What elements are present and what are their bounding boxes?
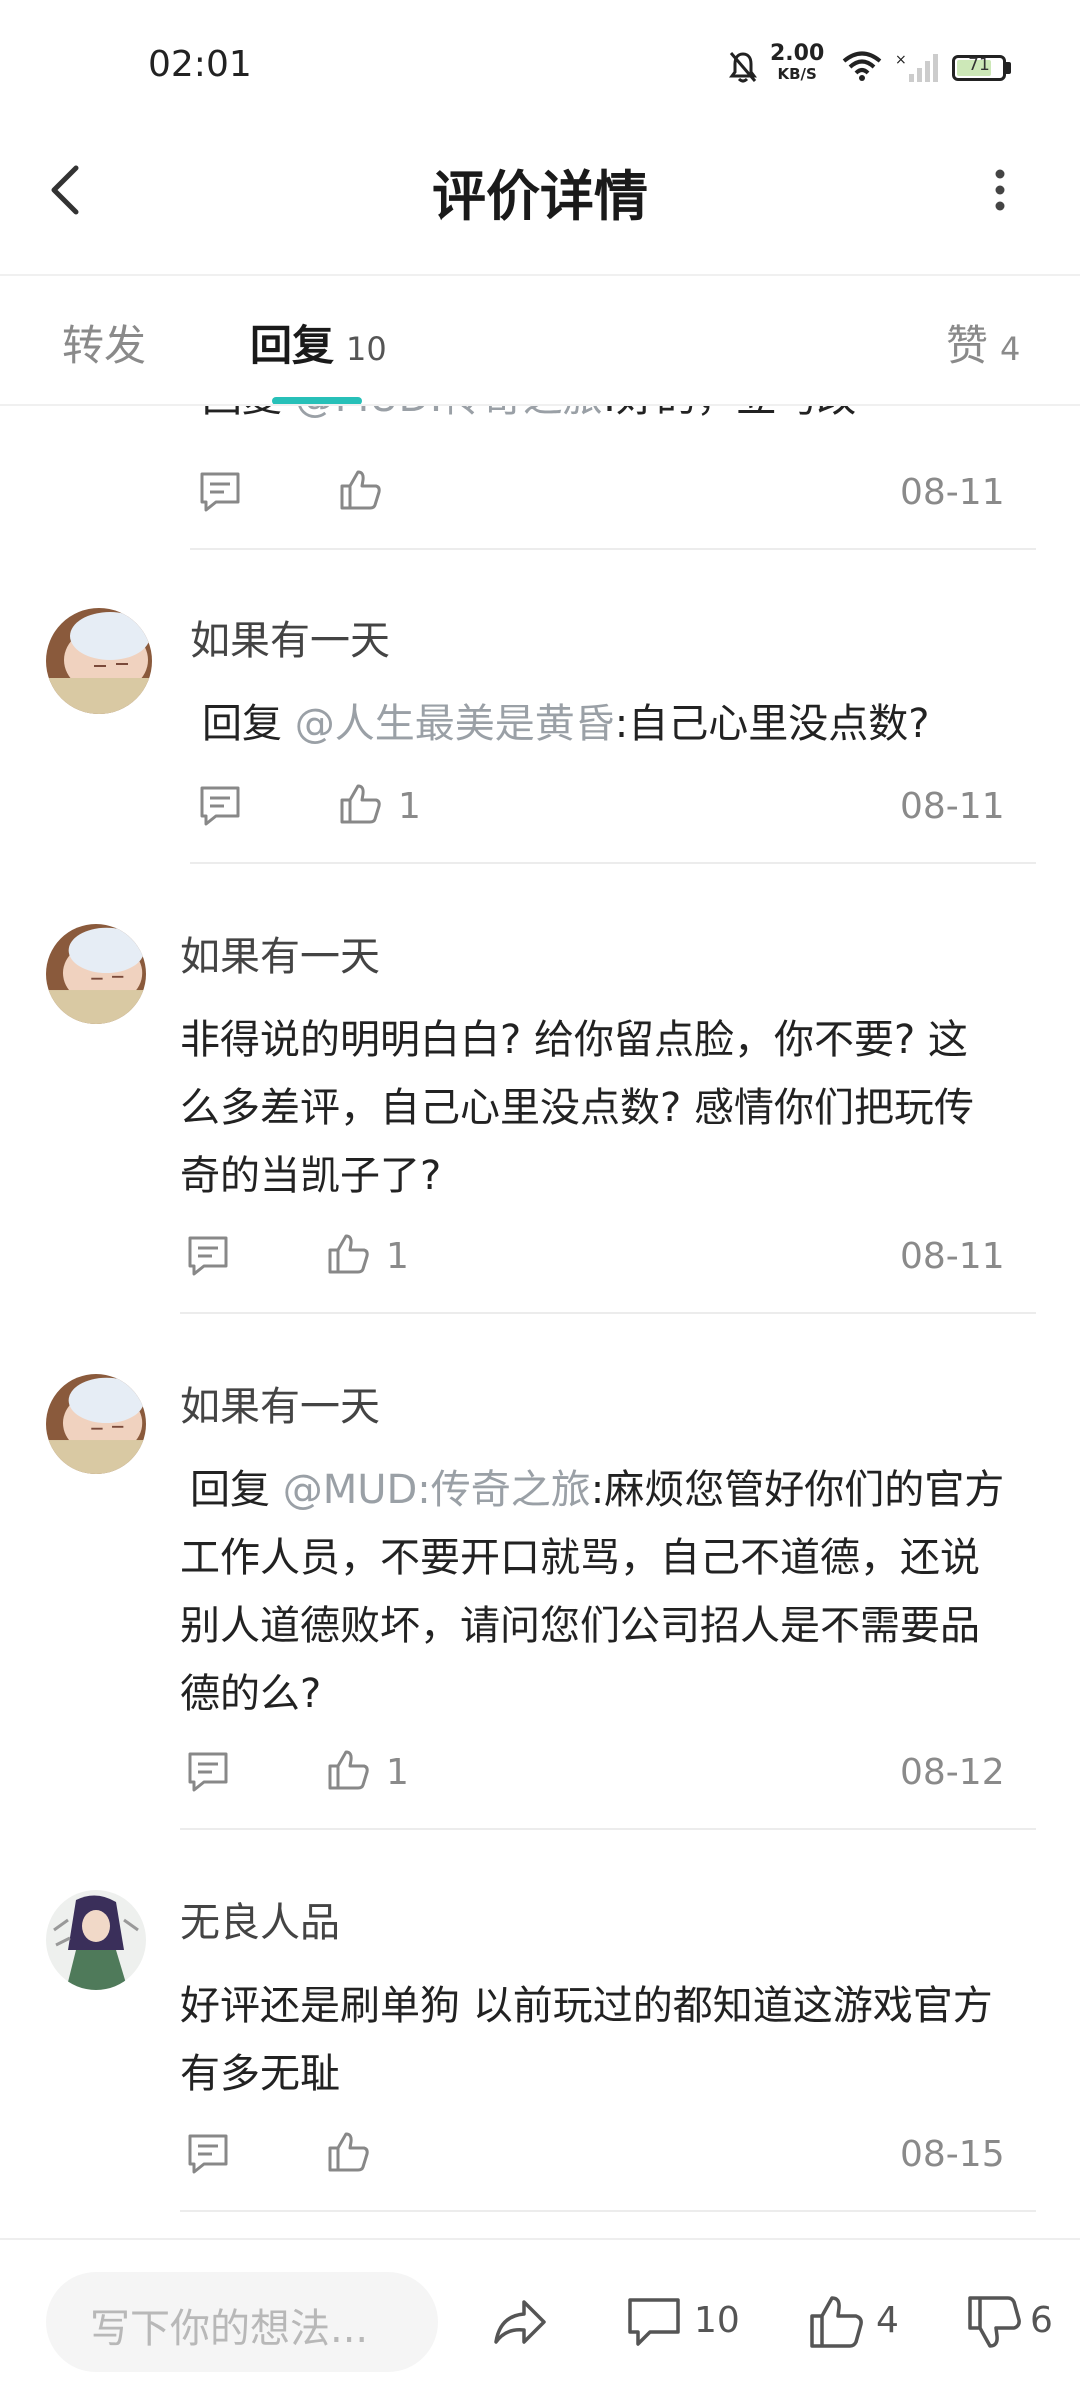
comment-date: 08-15 [900,2134,1005,2175]
thumb-up-icon[interactable] [338,782,382,826]
status-time: 02:01 [148,44,252,85]
battery-icon: 71 [952,55,1006,81]
comment-author[interactable]: 如果有一天 [180,1374,380,1432]
comment-text: 回复 @人生最美是黄昏:自己心里没点数? [202,701,930,747]
comment-text: 好评还是刷单狗 以前玩过的都知道这游戏官方 有多无耻 [180,1983,993,2097]
mute-bell-icon [729,52,757,83]
bottom-bar-divider [0,2238,1080,2240]
thumb-up-icon[interactable] [806,2292,866,2352]
thumb-up-icon[interactable] [338,468,382,512]
comment-icon[interactable] [198,470,242,514]
like-count: 1 [386,1236,409,1277]
thumb-down-icon[interactable] [964,2292,1024,2352]
comment-text: 回复 @MUD:传奇之旅:麻烦您管好你们的官方 工作人员，不要开口就骂，自己不道… [180,1467,1005,1717]
thumb-up-icon[interactable] [326,1232,370,1276]
avatar[interactable] [46,608,152,714]
comment-date: 08-11 [900,472,1005,513]
comment-text: 回复 @MUD:传奇之旅:好的，立马改 [202,406,1022,432]
like-count: 1 [386,1752,409,1793]
comment-author[interactable]: 无良人品 [180,1890,340,1948]
page-title: 评价详情 [432,165,648,228]
mention-link[interactable]: @MUD:传奇之旅 [283,1467,591,1513]
comment-date: 08-11 [900,1236,1005,1277]
tab-likes[interactable]: 赞4 [946,312,1020,373]
thumb-up-icon[interactable] [326,2130,370,2174]
battery-cap [1006,62,1011,74]
avatar[interactable] [46,1374,146,1474]
comment-icon[interactable] [198,784,242,828]
share-icon[interactable] [490,2292,550,2352]
comment-icon[interactable] [186,2132,230,2176]
comment-date: 08-11 [900,786,1005,827]
comment-input[interactable]: 写下你的想法... [46,2272,438,2372]
row-divider [180,1828,1036,1830]
comment-icon[interactable] [624,2292,684,2352]
thumb-up-icon[interactable] [326,1748,370,1792]
dislike-total: 6 [1030,2300,1053,2341]
header-divider [0,274,1080,276]
comment-date: 08-12 [900,1752,1005,1793]
row-divider [180,2210,1036,2212]
row-divider [190,862,1036,864]
wifi-icon [842,51,882,81]
mention-link[interactable]: @人生最美是黄昏 [295,701,615,747]
comment-text: 非得说的明明白白? 给你留点脸，你不要? 这 么多差评，自己心里没点数? 感情你… [180,1017,974,1199]
row-divider [180,1312,1036,1314]
tab-replies[interactable]: 回复 10 [250,312,387,373]
svg-text:×: × [895,52,907,68]
network-speed: 2.00 KB/S [770,41,825,84]
tab-forward[interactable]: 转发 [62,312,146,373]
cell-signal-icon: × [895,52,938,82]
like-total: 4 [876,2300,899,2341]
comment-total: 10 [694,2300,740,2341]
mention-link[interactable]: @MUD:传奇之旅 [295,406,603,421]
comment-icon[interactable] [186,1234,230,1278]
avatar[interactable] [46,1890,146,1990]
comment-icon[interactable] [186,1750,230,1794]
comment-author[interactable]: 如果有一天 [180,924,380,982]
comment-author[interactable]: 如果有一天 [190,608,390,666]
more-icon[interactable] [980,160,1020,220]
avatar[interactable] [46,924,146,1024]
row-divider [190,548,1036,550]
like-count: 1 [398,786,421,827]
